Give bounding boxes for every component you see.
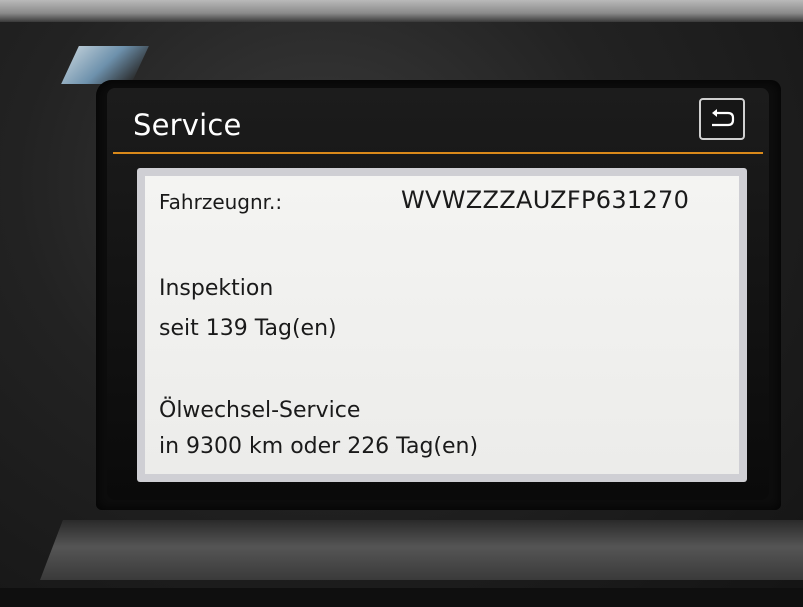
display-screen: Service Fahrzeugnr.: WVWZZZAUZFP631270 I… — [107, 88, 769, 500]
bezel-top — [0, 0, 803, 22]
bezel-bottom-edge — [0, 588, 803, 607]
header-divider — [113, 152, 763, 154]
inspection-title: Inspektion — [159, 276, 274, 301]
bezel-bottom — [40, 520, 803, 580]
page-title: Service — [133, 108, 242, 142]
oil-service-value: in 9300 km oder 226 Tag(en) — [159, 434, 479, 459]
service-info-panel: Fahrzeugnr.: WVWZZZAUZFP631270 Inspektio… — [145, 176, 739, 474]
vin-label: Fahrzeugnr.: — [159, 190, 283, 214]
back-button[interactable] — [699, 98, 745, 140]
header-bar: Service — [107, 88, 769, 154]
inspection-value: seit 139 Tag(en) — [159, 316, 337, 341]
head-unit: Service Fahrzeugnr.: WVWZZZAUZFP631270 I… — [0, 0, 803, 607]
vin-value: WVWZZZAUZFP631270 — [401, 186, 690, 214]
back-arrow-icon — [712, 109, 735, 127]
bezel-reflection — [61, 46, 149, 84]
oil-service-title: Ölwechsel-Service — [159, 398, 361, 423]
